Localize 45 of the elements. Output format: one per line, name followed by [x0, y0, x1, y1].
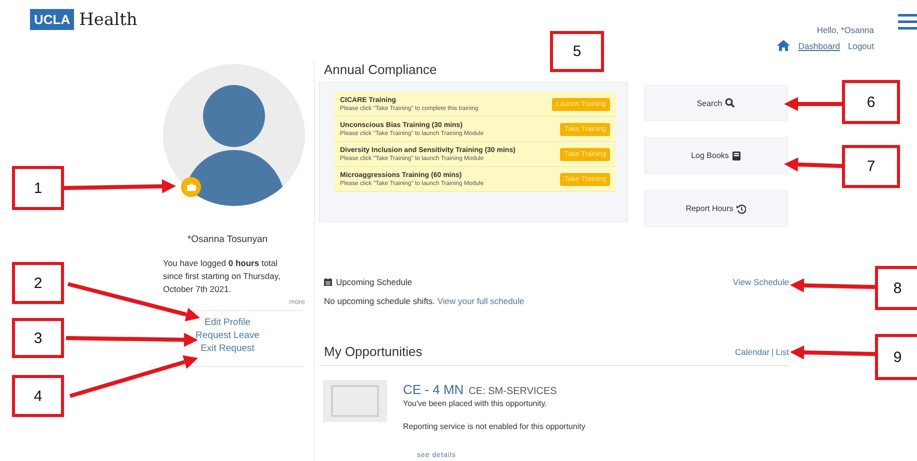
section-title: My Opportunities — [324, 344, 422, 359]
placement-status: You've been placed with this opportunity. — [403, 399, 548, 408]
action-button[interactable]: Log Books — [644, 137, 788, 174]
greeting-text: Hello, *Osanna — [816, 25, 874, 35]
action-button[interactable]: Search — [644, 85, 788, 121]
logo-mark: UCLA — [30, 9, 74, 30]
calendar-icon — [324, 278, 332, 286]
section-title: Upcoming Schedule — [336, 277, 412, 287]
full-schedule-link[interactable]: View your full schedule — [437, 296, 524, 306]
profile-name: *Osanna Tosunyan — [186, 234, 269, 245]
profile-link[interactable]: Exit Request — [200, 343, 254, 354]
hours-summary: You have logged 0 hours total since first starting on Thursday, October 7th 2021. — [163, 257, 282, 296]
view-schedule-link[interactable]: View Schedule — [732, 277, 789, 287]
view-link[interactable]: List — [776, 346, 789, 356]
logout-link[interactable]: Logout — [848, 40, 874, 50]
callout-label: 1 — [12, 166, 64, 210]
logo-text: Health — [79, 10, 138, 30]
camera-icon — [186, 183, 196, 191]
callout-label: 8 — [875, 266, 917, 310]
section-title: Annual Compliance — [324, 62, 438, 77]
history-icon — [736, 204, 746, 214]
frame-icon — [331, 385, 379, 417]
callout-label: 7 — [842, 145, 900, 188]
opportunity-code: CE: SM-SERVICES — [468, 386, 557, 397]
callout-arrow — [784, 157, 842, 172]
schedule-message: No upcoming schedule shifts. View your full schedule — [324, 296, 526, 306]
callout-label: 5 — [550, 31, 604, 72]
callout-label: 9 — [875, 334, 917, 380]
action-button[interactable]: Report Hours — [644, 190, 788, 227]
callout-arrow — [784, 97, 842, 111]
callout-label: 3 — [12, 318, 64, 358]
reporting-note: Reporting service is not enabled for this opportunity — [403, 422, 586, 431]
callout-label: 6 — [842, 80, 900, 124]
menu-icon[interactable] — [898, 14, 917, 30]
view-link[interactable]: Calendar — [735, 346, 770, 356]
search-icon — [725, 98, 736, 108]
separator-text: | — [772, 346, 774, 356]
book-icon — [732, 150, 741, 160]
callout-label: 4 — [12, 375, 64, 417]
callout-label: 2 — [12, 262, 64, 304]
profile-link[interactable]: Request Leave — [196, 330, 260, 341]
opportunity-title[interactable]: CE - 4 MN — [403, 382, 464, 397]
dashboard-link[interactable]: Dashboard — [798, 40, 840, 50]
profile-link[interactable]: Edit Profile — [204, 317, 250, 328]
home-icon — [777, 40, 790, 51]
